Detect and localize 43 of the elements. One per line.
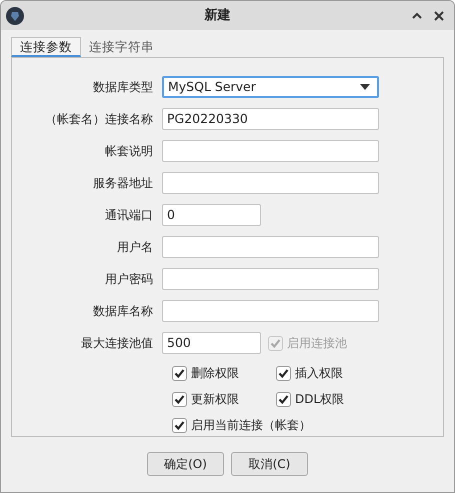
field-label: 用户名 [116,239,154,256]
checkbox[interactable] [172,392,187,406]
check-icon [278,368,289,378]
checkbox-label: 更新权限 [191,391,239,408]
dialog-button[interactable]: 确定(O) [147,452,224,476]
input-field[interactable]: PG20220330 [162,108,379,130]
tab[interactable]: 连接字符串 [81,37,162,57]
tab[interactable]: 连接参数 [11,37,81,57]
field-label: 服务器地址 [92,175,154,192]
field-label: 帐套说明 [104,143,154,160]
checkbox-label: 插入权限 [295,365,343,382]
field-label: 最大连接池值 [80,335,154,352]
app-logo-icon [6,6,24,24]
field-label: 用户密码 [104,271,154,288]
check-icon [270,338,281,348]
check-icon [174,394,185,404]
check-icon [174,368,185,378]
field-label: 通讯端口 [104,207,154,224]
checkbox[interactable] [276,366,291,380]
checkbox-label: 启用当前连接（帐套） [191,417,311,434]
check-icon [278,394,289,404]
checkbox-label: DDL权限 [295,391,344,408]
input-field[interactable] [162,140,379,162]
input-field[interactable] [162,300,379,322]
check-icon [174,420,185,430]
input-field[interactable] [162,172,379,194]
checkbox[interactable] [172,418,187,432]
close-icon[interactable] [433,10,445,22]
caret-icon [360,84,370,90]
field-label: （帐套名）连接名称 [44,111,154,128]
field-label: 数据库类型 [92,79,154,96]
checkbox[interactable] [172,366,187,380]
input-field[interactable]: 0 [162,204,261,226]
input-field[interactable] [162,236,379,258]
input-field[interactable] [162,268,379,290]
field-label: 数据库名称 [92,303,154,320]
checkbox[interactable] [276,392,291,406]
dropdown[interactable]: MySQL Server [162,76,379,98]
input-field[interactable]: 500 [162,332,261,354]
checkbox-label: 删除权限 [191,365,239,382]
checkbox-label: 启用连接池 [287,335,347,352]
window-title: 新建 [204,6,232,25]
dialog-button[interactable]: 取消(C) [231,452,308,476]
